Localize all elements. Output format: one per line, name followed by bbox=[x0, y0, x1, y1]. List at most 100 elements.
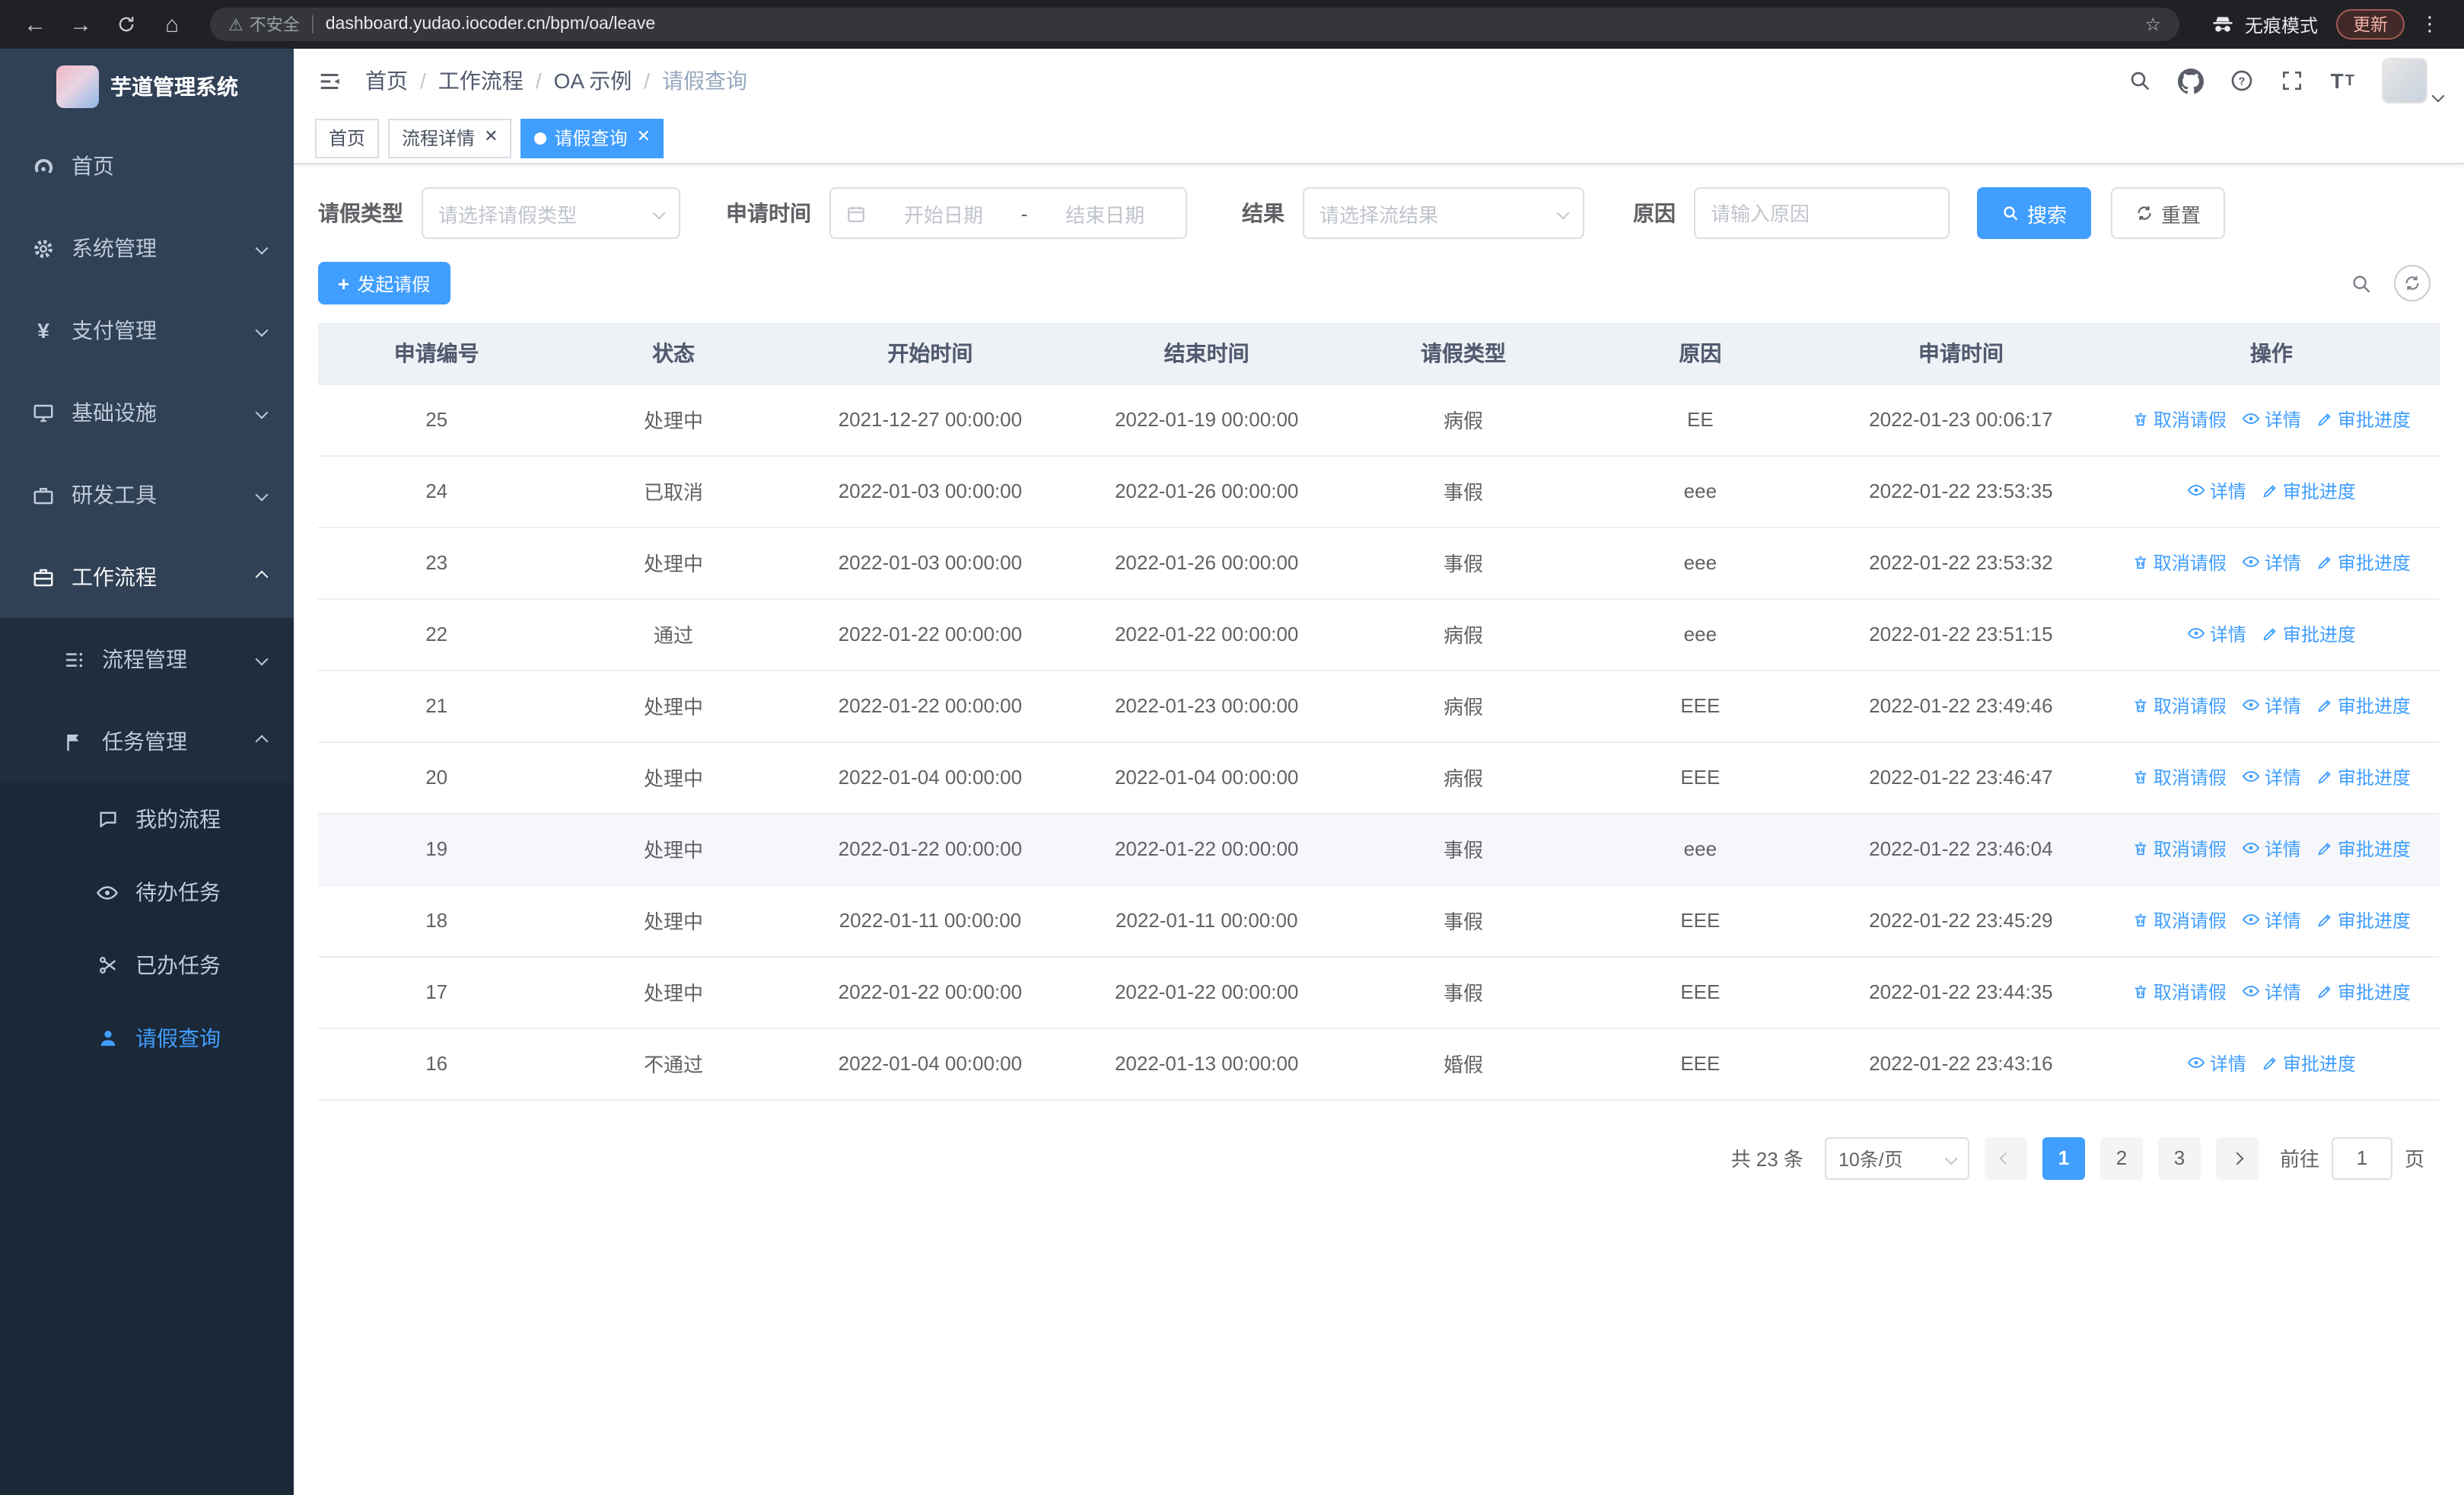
sidebar-item-leave-query[interactable]: 请假查询 bbox=[0, 1002, 294, 1075]
hamburger-icon bbox=[320, 72, 339, 89]
tab-close-icon[interactable]: ✕ bbox=[484, 129, 498, 146]
approval-progress-action-link[interactable]: 审批进度 bbox=[2316, 908, 2411, 934]
chevron-up-icon bbox=[255, 735, 269, 748]
toggle-search-button[interactable] bbox=[2350, 272, 2373, 295]
cancel-leave-action-link[interactable]: 取消请假 bbox=[2132, 550, 2227, 576]
sidebar-item-devtools[interactable]: 研发工具 bbox=[0, 454, 294, 536]
page-button-1[interactable]: 1 bbox=[2042, 1136, 2085, 1179]
font-size-button[interactable]: TT bbox=[2331, 69, 2356, 93]
breadcrumb-item[interactable]: OA 示例 bbox=[554, 65, 632, 96]
cancel-leave-action-link[interactable]: 取消请假 bbox=[2132, 908, 2227, 934]
result-select[interactable]: 请选择流结果 bbox=[1303, 187, 1584, 239]
header-search-button[interactable] bbox=[2128, 69, 2153, 93]
bookmark-star-icon[interactable]: ☆ bbox=[2144, 14, 2161, 35]
cancel-leave-action-link[interactable]: 取消请假 bbox=[2132, 765, 2227, 791]
incognito-badge[interactable]: 无痕模式 bbox=[2198, 11, 2330, 37]
cell-leave-type: 事假 bbox=[1345, 885, 1582, 957]
detail-action-link[interactable]: 详情 bbox=[2242, 550, 2301, 575]
browser-forward-button[interactable]: → bbox=[61, 5, 100, 44]
fullscreen-button[interactable] bbox=[2281, 69, 2305, 93]
breadcrumb-item[interactable]: 工作流程 bbox=[438, 65, 524, 96]
sidebar-item-home[interactable]: 首页 bbox=[0, 125, 294, 207]
sidebar-item-done-tasks[interactable]: 已办任务 bbox=[0, 929, 294, 1002]
sidebar-item-system[interactable]: 系统管理 bbox=[0, 207, 294, 289]
detail-action-link[interactable]: 详情 bbox=[2242, 907, 2301, 933]
url-bar[interactable]: ⚠ 不安全 dashboard.yudao.iocoder.cn/bpm/oa/… bbox=[210, 8, 2179, 41]
cell-actions: 取消请假 详情 审批进度 bbox=[2103, 813, 2440, 885]
approval-progress-action-link[interactable]: 审批进度 bbox=[2316, 550, 2411, 576]
browser-reload-button[interactable] bbox=[107, 5, 146, 44]
detail-action-link[interactable]: 详情 bbox=[2187, 478, 2246, 504]
github-link-button[interactable] bbox=[2178, 68, 2205, 94]
browser-menu-icon[interactable]: ⋮ bbox=[2411, 12, 2449, 37]
cancel-leave-action-link[interactable]: 取消请假 bbox=[2132, 837, 2227, 862]
sidebar-collapse-button[interactable] bbox=[294, 68, 365, 94]
browser-home-button[interactable]: ⌂ bbox=[152, 5, 192, 44]
detail-action-link[interactable]: 详情 bbox=[2242, 764, 2301, 790]
cell-end-time: 2022-01-23 00:00:00 bbox=[1068, 670, 1345, 742]
browser-update-button[interactable]: 更新 bbox=[2336, 9, 2405, 40]
detail-action-link[interactable]: 详情 bbox=[2187, 621, 2246, 647]
create-leave-button[interactable]: + 发起请假 bbox=[318, 262, 450, 304]
approval-progress-action-link[interactable]: 审批进度 bbox=[2316, 980, 2411, 1006]
apply-time-range-picker[interactable]: 开始日期 - 结束日期 bbox=[829, 187, 1187, 239]
detail-action-link[interactable]: 详情 bbox=[2242, 979, 2301, 1005]
page-button-3[interactable]: 3 bbox=[2157, 1136, 2201, 1179]
fullscreen-icon bbox=[2283, 72, 2302, 90]
detail-action-link[interactable]: 详情 bbox=[2242, 693, 2301, 719]
reset-button[interactable]: 重置 bbox=[2111, 187, 2226, 239]
sidebar-item-label: 请假查询 bbox=[135, 1026, 221, 1050]
cell-reason: EE bbox=[1581, 384, 1819, 456]
col-reason: 原因 bbox=[1581, 323, 1819, 384]
breadcrumb-item[interactable]: 首页 bbox=[365, 65, 408, 96]
cell-apply-id: 18 bbox=[318, 885, 556, 957]
sidebar-item-infra[interactable]: 基础设施 bbox=[0, 371, 294, 454]
detail-action-link[interactable]: 详情 bbox=[2242, 406, 2301, 432]
refresh-table-button[interactable] bbox=[2394, 265, 2431, 301]
page-button-2[interactable]: 2 bbox=[2099, 1136, 2143, 1179]
sidebar-item-todo-tasks[interactable]: 待办任务 bbox=[0, 856, 294, 929]
page-size-select[interactable]: 10条/页 bbox=[1824, 1136, 1969, 1179]
search-button[interactable]: 搜索 bbox=[1977, 187, 2092, 239]
cancel-leave-action-link[interactable]: 取消请假 bbox=[2132, 407, 2227, 433]
browser-back-button[interactable]: ← bbox=[15, 5, 55, 44]
tab-leave-query[interactable]: 请假查询 ✕ bbox=[520, 118, 664, 158]
sidebar-item-workflow[interactable]: 工作流程 bbox=[0, 536, 294, 618]
leave-type-select[interactable]: 请选择请假类型 bbox=[422, 187, 680, 239]
svg-text:?: ? bbox=[2239, 75, 2246, 88]
calendar-icon bbox=[846, 203, 866, 223]
cell-apply-id: 25 bbox=[318, 384, 556, 456]
approval-progress-action-link[interactable]: 审批进度 bbox=[2316, 765, 2411, 791]
reason-input[interactable] bbox=[1695, 189, 1948, 237]
action-label: 审批进度 bbox=[2337, 696, 2411, 718]
prev-page-button[interactable] bbox=[1984, 1136, 2027, 1179]
table-row: 20 处理中 2022-01-04 00:00:00 2022-01-04 00:00… bbox=[318, 741, 2440, 814]
approval-progress-action-link[interactable]: 审批进度 bbox=[2316, 837, 2411, 862]
cancel-leave-action-link[interactable]: 取消请假 bbox=[2132, 980, 2227, 1006]
sidebar-item-task-mgmt[interactable]: 任务管理 bbox=[0, 700, 294, 783]
url-text: dashboard.yudao.iocoder.cn/bpm/oa/leave bbox=[325, 15, 656, 33]
cell-apply-id: 19 bbox=[318, 813, 556, 885]
approval-progress-action-link[interactable]: 审批进度 bbox=[2316, 407, 2411, 433]
user-menu[interactable] bbox=[2382, 58, 2445, 104]
approval-progress-action-link[interactable]: 审批进度 bbox=[2262, 622, 2356, 648]
tab-home[interactable]: 首页 bbox=[315, 118, 380, 158]
approval-progress-action-link[interactable]: 审批进度 bbox=[2316, 693, 2411, 719]
next-page-button[interactable] bbox=[2215, 1136, 2259, 1179]
cancel-leave-action-link[interactable]: 取消请假 bbox=[2132, 693, 2227, 719]
tab-close-icon[interactable]: ✕ bbox=[637, 129, 651, 146]
detail-action-link[interactable]: 详情 bbox=[2187, 1050, 2246, 1076]
sidebar-item-process-mgmt[interactable]: 流程管理 bbox=[0, 618, 294, 700]
approval-progress-action-link[interactable]: 审批进度 bbox=[2262, 479, 2356, 505]
app-logo[interactable]: 芋道管理系统 bbox=[0, 49, 294, 125]
detail-action-link[interactable]: 详情 bbox=[2242, 836, 2301, 862]
approval-progress-action-link[interactable]: 审批进度 bbox=[2262, 1051, 2356, 1077]
goto-page-input[interactable] bbox=[2331, 1136, 2392, 1179]
cell-start-time: 2022-01-04 00:00:00 bbox=[791, 741, 1069, 814]
help-button[interactable]: ? bbox=[2230, 69, 2255, 93]
cell-end-time: 2022-01-22 00:00:00 bbox=[1068, 598, 1345, 671]
sidebar-item-payment[interactable]: ¥ 支付管理 bbox=[0, 289, 294, 371]
search-button-label: 搜索 bbox=[2027, 203, 2068, 226]
sidebar-item-my-process[interactable]: 我的流程 bbox=[0, 783, 294, 856]
tab-process-detail[interactable]: 流程详情 ✕ bbox=[388, 118, 512, 158]
